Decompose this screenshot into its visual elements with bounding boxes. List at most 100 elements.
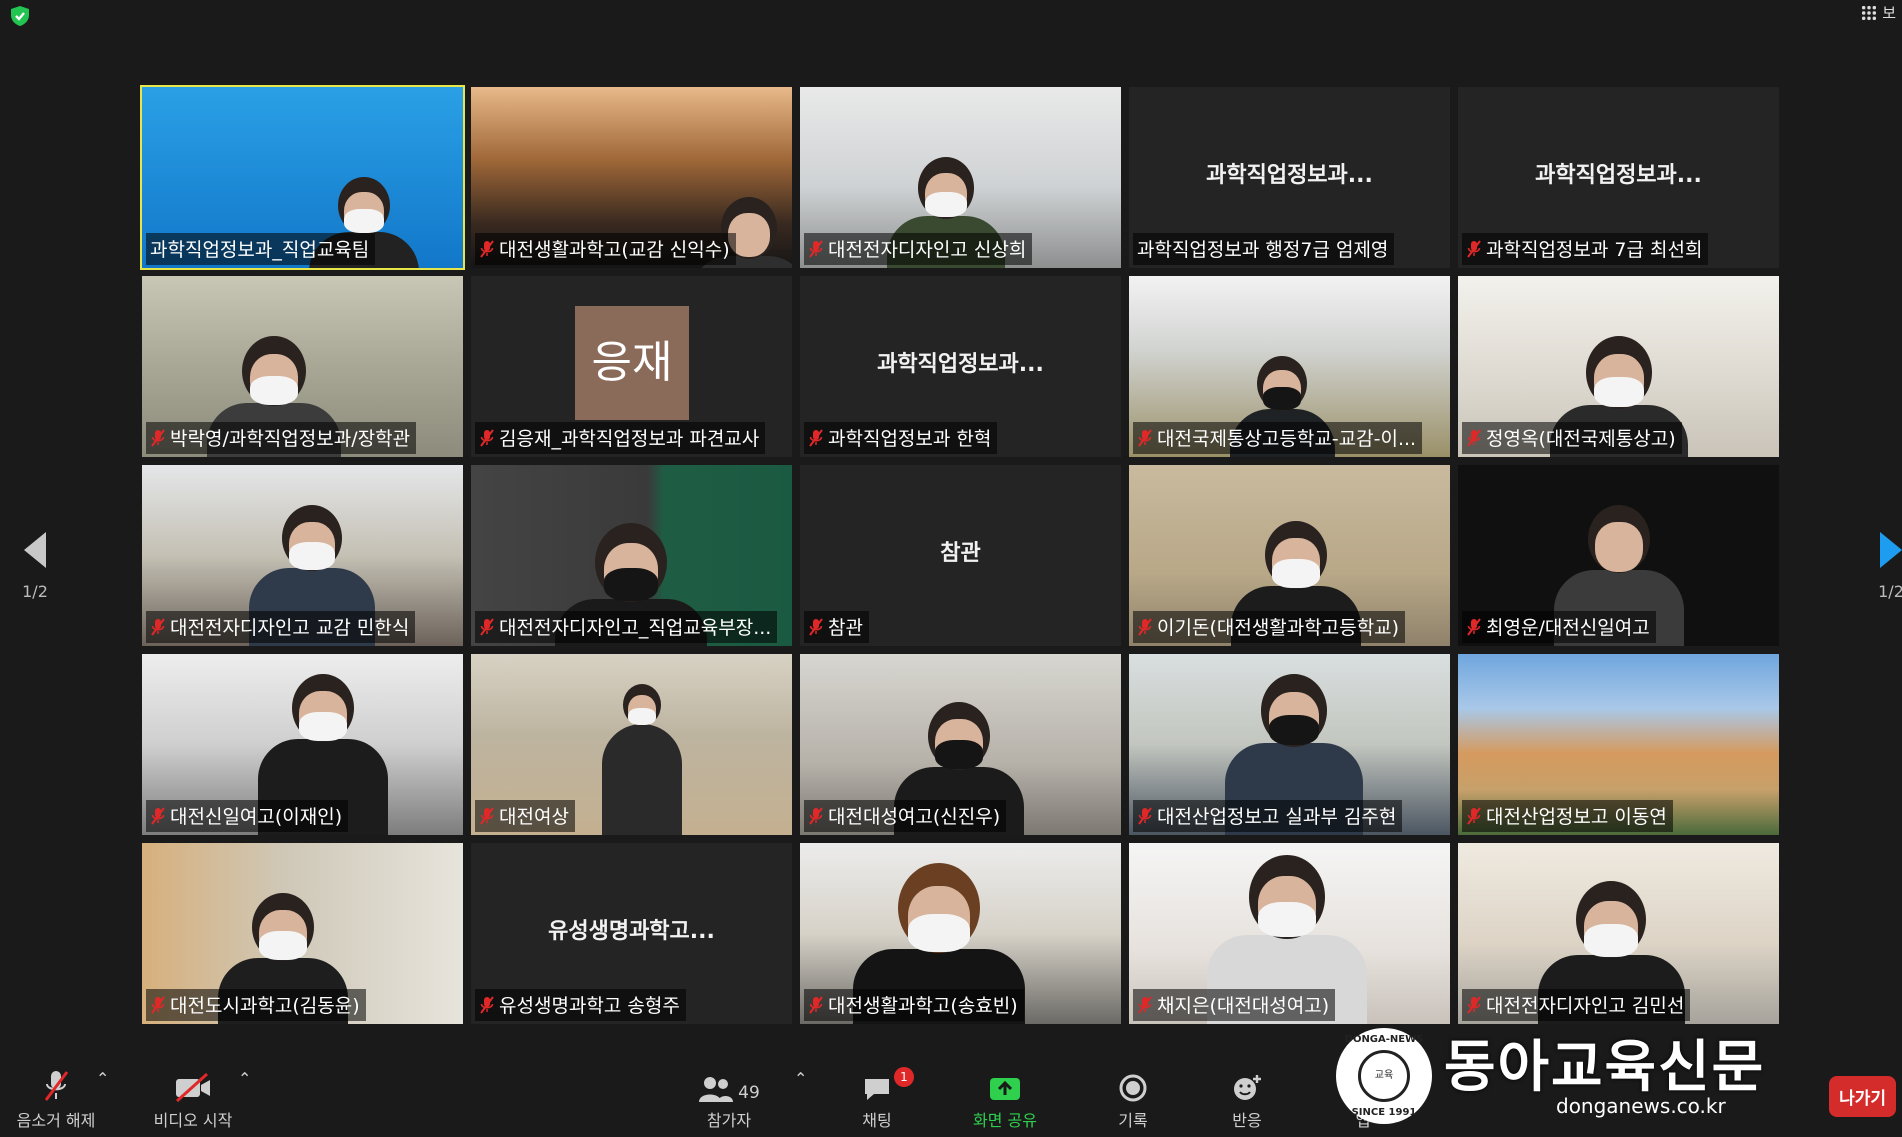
participant-name: 최영운/대전신일여고 xyxy=(1486,617,1650,639)
watermark-brand: 동아교육신문 xyxy=(1444,1035,1766,1100)
participant-name: 대전도시과학고(김동윤) xyxy=(170,995,360,1017)
participant-tile[interactable]: 대전신일여고(이재인) xyxy=(142,654,463,835)
participant-tile[interactable]: 과학직업정보과... 과학직업정보과 7급 최선희 xyxy=(1458,87,1779,268)
mic-muted-icon xyxy=(151,617,165,636)
mic-muted-icon xyxy=(1467,239,1481,258)
participant-name: 대전신일여고(이재인) xyxy=(170,806,343,828)
start-video-button[interactable]: 비디오 시작 xyxy=(144,1069,242,1131)
participant-name-label: 대전국제통상고등학교-교감-이... xyxy=(1133,422,1423,454)
participant-name: 김응재_과학직업정보과 파견교사 xyxy=(499,428,760,450)
participant-tile[interactable]: 대전대성여고(신진우) xyxy=(800,654,1121,835)
mic-muted-icon xyxy=(480,995,494,1014)
participant-tile[interactable]: 대전전자디자인고 신상희 xyxy=(800,87,1121,268)
mic-muted-icon xyxy=(1467,617,1481,636)
participant-name: 대전전자디자인고 신상희 xyxy=(828,239,1027,261)
participant-tile[interactable]: 채지은(대전대성여고) xyxy=(1129,843,1450,1024)
participant-name: 대전대성여고(신진우) xyxy=(828,806,1001,828)
share-screen-label: 화면 공유 xyxy=(973,1111,1037,1130)
view-button[interactable]: 보 xyxy=(1861,2,1896,23)
participant-name: 대전전자디자인고_직업교육부장... xyxy=(499,617,772,639)
mic-muted-icon xyxy=(1138,617,1152,636)
participant-tile[interactable]: 과학직업정보과... 과학직업정보과 한혁 xyxy=(800,276,1121,457)
participant-name-label: 대전생활과학고(송효빈) xyxy=(804,989,1024,1021)
seal-center: 교육 xyxy=(1358,1050,1410,1102)
participant-name-label: 대전산업정보고 실과부 김주현 xyxy=(1133,800,1403,832)
chat-badge: 1 xyxy=(894,1067,914,1087)
participant-name-label: 대전생활과학고(교감 신익수) xyxy=(475,233,736,265)
participant-name-label: 대전여상 xyxy=(475,800,575,832)
participant-name: 과학직업정보과_직업교육팀 xyxy=(150,239,370,261)
participant-tile[interactable]: 대전도시과학고(김동윤) xyxy=(142,843,463,1024)
participant-name: 대전산업정보고 실과부 김주현 xyxy=(1157,806,1397,828)
mic-muted-icon xyxy=(809,617,823,636)
participant-tile[interactable]: 대전산업정보고 이동연 xyxy=(1458,654,1779,835)
mic-muted-icon xyxy=(1138,806,1152,825)
participant-tile[interactable]: 대전국제통상고등학교-교감-이... xyxy=(1129,276,1450,457)
mic-muted-icon xyxy=(480,239,494,258)
participant-tile[interactable]: 정영옥(대전국제통상고) xyxy=(1458,276,1779,457)
mic-muted-icon xyxy=(151,806,165,825)
participant-center-name: 과학직업정보과... xyxy=(1535,163,1702,188)
reactions-label: 반응 xyxy=(1232,1111,1262,1130)
participant-name: 참관 xyxy=(828,617,863,639)
mic-muted-icon xyxy=(809,239,823,258)
participant-tile[interactable]: 대전생활과학고(송효빈) xyxy=(800,843,1121,1024)
video-options-caret[interactable]: ⌃ xyxy=(238,1069,251,1088)
participant-name-label: 대전전자디자인고_직업교육부장... xyxy=(475,611,778,643)
participant-tile[interactable]: 이기돈(대전생활과학고등학교) xyxy=(1129,465,1450,646)
participant-name-label: 과학직업정보과 행정7급 엄제영 xyxy=(1133,233,1395,265)
reactions-button[interactable]: 반응 xyxy=(1222,1069,1272,1131)
participant-tile[interactable]: 대전전자디자인고 김민선 xyxy=(1458,843,1779,1024)
participants-options-caret[interactable]: ⌃ xyxy=(794,1069,807,1088)
participant-tile[interactable]: 대전여상 xyxy=(471,654,792,835)
prev-page-button[interactable]: 1/2 xyxy=(10,530,60,601)
mic-muted-icon xyxy=(151,995,165,1014)
participant-name: 대전전자디자인고 김민선 xyxy=(1486,995,1685,1017)
participant-name-label: 이기돈(대전생활과학고등학교) xyxy=(1133,611,1406,643)
participant-name: 채지은(대전대성여고) xyxy=(1157,995,1330,1017)
chat-button[interactable]: 1 채팅 xyxy=(852,1067,914,1131)
view-label: 보 xyxy=(1882,4,1896,22)
next-page-button[interactable]: 1/2 xyxy=(1866,530,1902,601)
participants-icon xyxy=(699,1077,734,1102)
chat-label: 채팅 xyxy=(862,1111,892,1130)
participant-tile[interactable]: 과학직업정보과_직업교육팀 xyxy=(140,85,465,270)
participant-tile[interactable]: 유성생명과학고... 유성생명과학고 송형주 xyxy=(471,843,792,1024)
participant-name-label: 채지은(대전대성여고) xyxy=(1133,989,1336,1021)
participant-name: 과학직업정보과 한혁 xyxy=(828,428,992,450)
participant-tile[interactable]: 최영운/대전신일여고 xyxy=(1458,465,1779,646)
reaction-smile-icon xyxy=(1234,1075,1261,1100)
participant-center-name: 유성생명과학고... xyxy=(548,919,715,944)
unmute-button[interactable]: 음소거 해제 xyxy=(10,1069,102,1131)
mic-muted-icon xyxy=(480,428,494,447)
participant-tile[interactable]: 대전전자디자인고 교감 민한식 xyxy=(142,465,463,646)
participant-tile[interactable]: 박락영/과학직업정보과/장학관 xyxy=(142,276,463,457)
record-label: 기록 xyxy=(1118,1111,1148,1130)
chat-icon xyxy=(865,1079,889,1100)
share-screen-button[interactable]: 화면 공유 xyxy=(960,1069,1050,1131)
participant-center-name: 참관 xyxy=(940,541,981,566)
participant-name: 대전여상 xyxy=(499,806,569,828)
participants-button[interactable]: 49 참가자 xyxy=(694,1069,764,1131)
participant-tile[interactable]: 대전산업정보고 실과부 김주현 xyxy=(1129,654,1450,835)
participant-name: 과학직업정보과 행정7급 엄제영 xyxy=(1137,239,1389,261)
audio-options-caret[interactable]: ⌃ xyxy=(96,1069,109,1088)
participant-tile[interactable]: 참관 참관 xyxy=(800,465,1121,646)
gallery-grid-icon xyxy=(1861,5,1878,21)
mic-muted-icon xyxy=(480,806,494,825)
seal-bottom-text: SINCE 1991 xyxy=(1351,1107,1417,1118)
mic-muted-icon xyxy=(151,428,165,447)
participant-name-label: 대전전자디자인고 김민선 xyxy=(1462,989,1691,1021)
participant-center-name: 과학직업정보과... xyxy=(877,352,1044,377)
participant-name: 과학직업정보과 7급 최선희 xyxy=(1486,239,1703,261)
participant-name-label: 과학직업정보과 7급 최선희 xyxy=(1462,233,1709,265)
participants-count: 49 xyxy=(738,1083,760,1103)
record-button[interactable]: 기록 xyxy=(1108,1069,1158,1131)
participant-name-label: 대전산업정보고 이동연 xyxy=(1462,800,1673,832)
shield-icon[interactable] xyxy=(8,4,32,28)
participant-tile[interactable]: 응재 김응재_과학직업정보과 파견교사 xyxy=(471,276,792,457)
participant-name: 박락영/과학직업정보과/장학관 xyxy=(170,428,411,450)
participant-tile[interactable]: 대전전자디자인고_직업교육부장... xyxy=(471,465,792,646)
participant-tile[interactable]: 과학직업정보과... 과학직업정보과 행정7급 엄제영 xyxy=(1129,87,1450,268)
participant-tile[interactable]: 대전생활과학고(교감 신익수) xyxy=(471,87,792,268)
